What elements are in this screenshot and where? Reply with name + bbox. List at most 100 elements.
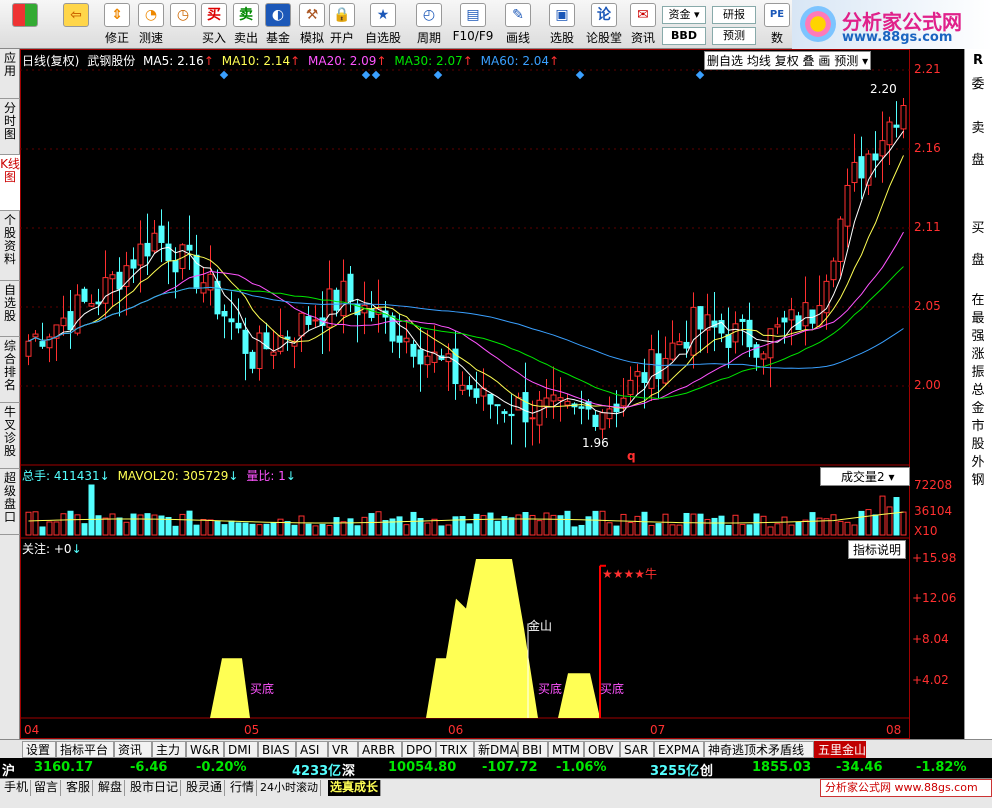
sh-amount: 4233亿 xyxy=(292,764,342,779)
forecast-button[interactable]: 预测 xyxy=(712,27,756,45)
chevron-down-icon[interactable]: ▾ xyxy=(862,54,868,68)
linktong-link[interactable]: 股灵通 xyxy=(184,780,226,796)
indicator-help-button[interactable]: 指标说明 xyxy=(848,540,907,559)
buy-button[interactable]: 买 买入 xyxy=(198,3,230,47)
tab-intraday[interactable]: 分时图 xyxy=(0,99,20,155)
quote-link[interactable]: 行情 xyxy=(228,780,258,796)
indicator-tab[interactable]: ARBR xyxy=(358,741,402,758)
sh-index: 3160.17 xyxy=(34,760,94,775)
indicator-tab[interactable]: OBV xyxy=(584,741,620,758)
indicator-tab[interactable]: MTM xyxy=(548,741,584,758)
open-account-button[interactable]: 🔒 开户 xyxy=(326,3,358,47)
speed-test-button[interactable]: ◔ 测速 xyxy=(134,3,168,47)
candle-body xyxy=(900,105,907,130)
ma-button[interactable]: 均线 xyxy=(747,54,771,68)
indicator-tab[interactable]: 设置 xyxy=(22,741,56,758)
candle-body xyxy=(494,404,501,407)
indicator-tab[interactable]: DMI xyxy=(224,741,258,758)
message-link[interactable]: 留言 xyxy=(32,780,62,796)
volume-bar xyxy=(312,525,319,536)
volume-bar xyxy=(473,513,480,536)
capital-dropdown[interactable]: 资金 ▾ xyxy=(662,6,706,24)
volume-bar xyxy=(515,514,522,536)
volume-bar xyxy=(557,515,564,536)
indicator-tab[interactable]: ASI xyxy=(296,741,328,758)
indicator-tab[interactable]: VR xyxy=(328,741,358,758)
candle-body xyxy=(844,184,851,227)
stock-screen-button[interactable]: ▣ 选股 xyxy=(542,3,582,47)
research-report-button[interactable]: 研报 xyxy=(712,6,756,24)
restore-rights-button[interactable]: 复权 xyxy=(775,54,799,68)
indicator-tab[interactable]: DPO xyxy=(402,741,436,758)
indicator-tab[interactable]: 新DMA xyxy=(474,741,518,758)
brand-url: www.88gs.com xyxy=(842,30,953,45)
tab-super-quote[interactable]: 超级盘口 xyxy=(0,469,20,535)
simulate-button[interactable]: ⚒ 模拟 xyxy=(296,3,328,47)
candle-body xyxy=(305,316,312,325)
indicator-tab[interactable]: BIAS xyxy=(258,741,296,758)
buy-bottom-label: 买底 xyxy=(250,682,275,696)
volume-bar xyxy=(781,516,788,536)
indicator-tab[interactable]: EXPMA xyxy=(654,741,704,758)
forum-button[interactable]: 论 论股堂 xyxy=(584,3,624,47)
promo-ticker[interactable]: 选真成长 xyxy=(328,780,382,796)
f10-button[interactable]: ▤ F10/F9 xyxy=(452,3,494,47)
indicator-tab[interactable]: SAR xyxy=(620,741,654,758)
tab-kline[interactable]: K线图 xyxy=(0,155,20,211)
predict-button[interactable]: 预测 xyxy=(834,54,858,68)
bbd-button[interactable]: BBD xyxy=(662,27,706,45)
sell-button[interactable]: 卖 卖出 xyxy=(230,3,262,47)
volume-indicator-select[interactable]: 成交量2 ▾ xyxy=(820,467,910,486)
diary-link[interactable]: 股市日记 xyxy=(128,780,182,796)
collapse-button[interactable]: R xyxy=(967,53,989,69)
overlay-button[interactable]: 叠 xyxy=(803,54,815,68)
clock-button[interactable]: ◷ xyxy=(166,3,200,47)
volume-bar xyxy=(571,526,578,536)
pe-button[interactable]: PE 数 xyxy=(762,3,792,47)
fund-button[interactable]: ◐ 基金 xyxy=(262,3,294,47)
candle-body xyxy=(592,414,599,427)
draw-line-button[interactable]: ✎ 画线 xyxy=(498,3,538,47)
indicator-tab[interactable]: BBI xyxy=(518,741,548,758)
volume-bar xyxy=(676,524,683,536)
indicator-tab[interactable]: 神奇逃顶术矛盾线 xyxy=(704,741,814,758)
indicator-tick: +12.06 xyxy=(912,591,957,605)
indicator-tab[interactable]: 资讯 xyxy=(114,741,152,758)
indicator-tab[interactable]: 主力 xyxy=(152,741,186,758)
mobile-link[interactable]: 手机 xyxy=(2,780,32,796)
remove-watchlist-button[interactable]: 删自选 xyxy=(707,54,743,68)
volume-bar xyxy=(424,522,431,536)
tab-ranking[interactable]: 综合排名 xyxy=(0,337,20,403)
news-icon: ✉ xyxy=(630,3,656,27)
grid-menu-button[interactable] xyxy=(6,3,44,47)
back-button[interactable]: ⇦ xyxy=(56,3,96,47)
period-button[interactable]: ◴ 周期 xyxy=(408,3,450,47)
candle-body xyxy=(564,400,571,406)
volume-bar xyxy=(774,523,781,536)
correct-button[interactable]: ⇕ 修正 xyxy=(100,3,134,47)
service-link[interactable]: 客服 xyxy=(64,780,94,796)
volume-bar xyxy=(32,511,39,536)
candle-body xyxy=(326,288,333,328)
tab-kline-label: K线图 xyxy=(0,157,20,184)
rolling-news-link[interactable]: 24小时滚动 xyxy=(258,780,321,796)
indicator-tab[interactable]: 五里金山 xyxy=(814,741,866,758)
volume-bar xyxy=(711,517,718,536)
tab-stock-profile[interactable]: 个股资料 xyxy=(0,211,20,281)
volume-bar xyxy=(81,523,88,536)
watchlist-button[interactable]: ★ 自选股 xyxy=(362,3,404,47)
analysis-link[interactable]: 解盘 xyxy=(96,780,126,796)
news-button[interactable]: ✉ 资讯 xyxy=(626,3,660,47)
site-ad[interactable]: 分析家公式网 www.88gs.com xyxy=(820,779,992,797)
indicator-tab[interactable]: TRIX xyxy=(436,741,474,758)
chart-area[interactable]: 日线(复权) 武钢股份 MA5: 2.16↑ MA10: 2.14↑ MA20:… xyxy=(20,49,910,739)
draw-button[interactable]: 画 xyxy=(818,54,830,68)
tab-diagnosis[interactable]: 牛叉诊股 xyxy=(0,403,20,469)
tab-watchlist[interactable]: 自选股 xyxy=(0,281,20,337)
tab-apps[interactable]: 应用 xyxy=(0,49,20,99)
indicator-tab[interactable]: 指标平台 xyxy=(56,741,114,758)
indicator-tab[interactable]: W&R xyxy=(186,741,224,758)
forum-icon: 论 xyxy=(591,3,617,27)
volume-bar xyxy=(599,510,606,536)
volume-bar xyxy=(578,524,585,536)
